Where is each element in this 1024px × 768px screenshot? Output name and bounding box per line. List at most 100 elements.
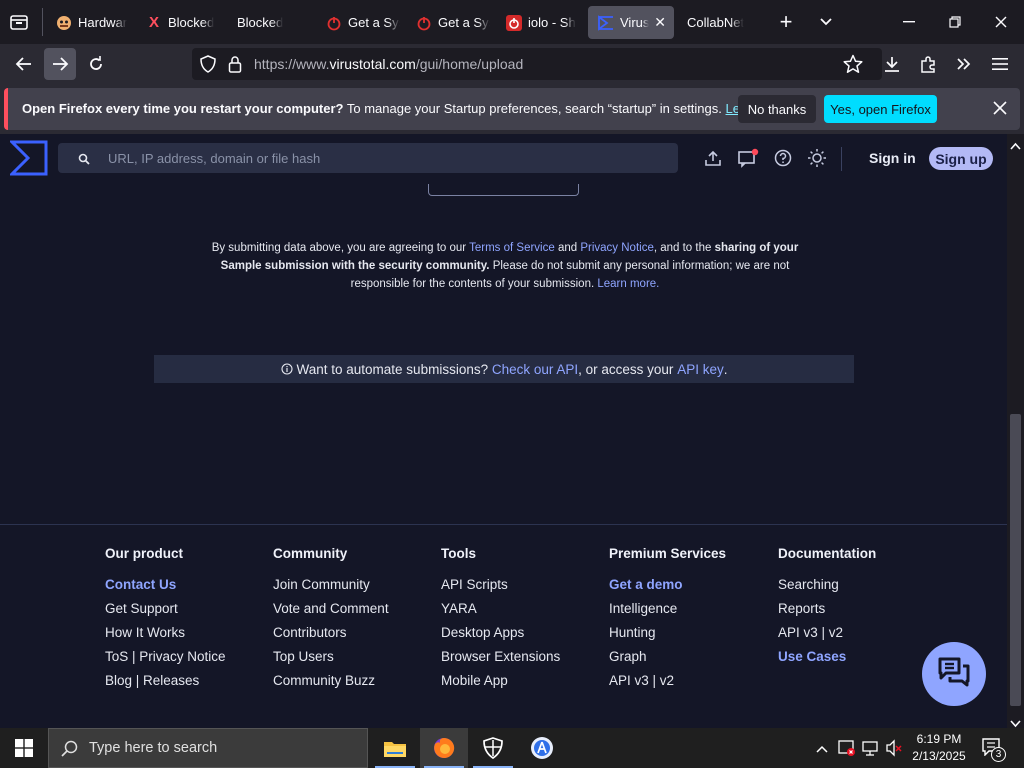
vote-and-comment-link[interactable]: Vote and Comment bbox=[273, 601, 389, 625]
reload-icon[interactable] bbox=[80, 48, 112, 80]
firefox-taskbar-icon[interactable] bbox=[420, 728, 468, 768]
security-shield-taskbar-icon[interactable] bbox=[469, 728, 517, 768]
tab-blocked-1[interactable]: X Blocked bbox=[136, 6, 220, 39]
page-scrollbar-thumb[interactable] bbox=[1010, 414, 1021, 706]
new-tab-plus-icon[interactable]: + bbox=[771, 8, 801, 36]
searching-link[interactable]: Searching bbox=[778, 577, 876, 601]
theme-sun-icon[interactable] bbox=[806, 147, 828, 169]
scroll-up-arrow-icon[interactable] bbox=[1010, 137, 1021, 155]
tab-label: Get a Sys bbox=[438, 15, 490, 30]
browser-extensions-link[interactable]: Browser Extensions bbox=[441, 649, 560, 673]
hamburger-menu-icon[interactable] bbox=[984, 48, 1016, 80]
forward-arrow-icon[interactable] bbox=[44, 48, 76, 80]
virustotal-logo-icon[interactable] bbox=[8, 140, 48, 181]
sign-up-button[interactable]: Sign up bbox=[929, 147, 993, 170]
list-all-tabs-chevron-icon[interactable] bbox=[811, 8, 841, 36]
downloads-icon[interactable] bbox=[876, 48, 908, 80]
tab-separator bbox=[42, 8, 43, 36]
community-buzz-link[interactable]: Community Buzz bbox=[273, 673, 389, 697]
yara-link[interactable]: YARA bbox=[441, 601, 560, 625]
search-icon bbox=[78, 152, 90, 170]
terms-of-service-link[interactable]: Terms of Service bbox=[469, 242, 555, 254]
firefox-view-icon[interactable] bbox=[8, 11, 30, 33]
volume-muted-icon[interactable] bbox=[885, 739, 903, 762]
desktop-apps-link[interactable]: Desktop Apps bbox=[441, 625, 560, 649]
chat-bubbles-icon bbox=[937, 656, 971, 693]
tab-blocked-2[interactable]: Blocked bbox=[226, 6, 310, 39]
contributors-link[interactable]: Contributors bbox=[273, 625, 389, 649]
clock-time: 6:19 PM bbox=[916, 732, 962, 746]
tab-collabnet[interactable]: CollabNet bbox=[676, 6, 760, 39]
api-banner: Want to automate submissions? Check our … bbox=[154, 355, 854, 383]
footer-column-title: Our product bbox=[105, 546, 183, 561]
graph-link[interactable]: Graph bbox=[609, 649, 726, 673]
show-hidden-icons-chevron-icon[interactable] bbox=[815, 741, 829, 759]
footer-column-our-product: Our product Contact Us Get Support How I… bbox=[105, 546, 226, 697]
api-key-link[interactable]: API key bbox=[677, 362, 724, 377]
check-our-api-link[interactable]: Check our API bbox=[492, 362, 578, 377]
back-arrow-icon[interactable] bbox=[8, 48, 40, 80]
tab-virustotal[interactable]: Virus ✕ bbox=[588, 6, 674, 39]
taskbar-search-input[interactable]: Type here to search bbox=[48, 728, 368, 768]
tab-iolo[interactable]: iolo - Sh bbox=[496, 6, 580, 39]
footer-column-tools: Tools API Scripts YARA Desktop Apps Brow… bbox=[441, 546, 560, 697]
mobile-app-link[interactable]: Mobile App bbox=[441, 673, 560, 697]
api-banner-text: Want to automate submissions? bbox=[296, 361, 492, 377]
minimize-icon[interactable] bbox=[894, 8, 924, 36]
footer-column-premium-services: Premium Services Get a demo Intelligence… bbox=[609, 546, 726, 697]
tos-privacy-link[interactable]: ToS | Privacy Notice bbox=[105, 649, 226, 673]
search-input[interactable]: URL, IP address, domain or file hash bbox=[58, 143, 678, 173]
docs-api-link[interactable]: API v3 | v2 bbox=[778, 625, 876, 649]
tab-get-a-sys-2[interactable]: Get a Sys bbox=[406, 6, 490, 39]
blog-releases-link[interactable]: Blog | Releases bbox=[105, 673, 226, 697]
virustotal-favicon-icon bbox=[598, 14, 614, 31]
taskbar-search-placeholder: Type here to search bbox=[89, 740, 218, 756]
url-domain: virustotal.com bbox=[329, 56, 416, 72]
get-a-demo-link[interactable]: Get a demo bbox=[609, 577, 726, 601]
network-icon[interactable] bbox=[862, 739, 880, 762]
terms-text: By submitting data above, you are agreei… bbox=[211, 242, 470, 254]
lock-icon[interactable] bbox=[228, 55, 242, 78]
notifications-chat-icon[interactable] bbox=[737, 147, 759, 169]
top-users-link[interactable]: Top Users bbox=[273, 649, 389, 673]
upload-icon[interactable] bbox=[702, 147, 724, 169]
sign-in-link[interactable]: Sign in bbox=[869, 150, 916, 166]
shield-icon[interactable] bbox=[200, 55, 216, 78]
join-community-link[interactable]: Join Community bbox=[273, 577, 389, 601]
windows-start-icon[interactable] bbox=[0, 728, 48, 768]
tab-get-a-sys-1[interactable]: Get a Sys bbox=[316, 6, 400, 39]
action-center-icon[interactable]: 3 bbox=[982, 738, 1008, 762]
api-banner-text: , or access your bbox=[578, 361, 678, 377]
extensions-puzzle-icon[interactable] bbox=[912, 48, 944, 80]
chat-support-button[interactable] bbox=[922, 642, 986, 706]
close-notification-icon[interactable] bbox=[993, 101, 1007, 120]
close-window-icon[interactable] bbox=[986, 8, 1016, 36]
how-it-works-link[interactable]: How It Works bbox=[105, 625, 226, 649]
security-status-icon[interactable] bbox=[838, 739, 856, 762]
tab-hardware[interactable]: Hardwar bbox=[46, 6, 130, 39]
premium-api-link[interactable]: API v3 | v2 bbox=[609, 673, 726, 697]
hunting-link[interactable]: Hunting bbox=[609, 625, 726, 649]
footer-column-title: Community bbox=[273, 546, 348, 561]
privacy-notice-link[interactable]: Privacy Notice bbox=[580, 242, 654, 254]
file-explorer-icon[interactable] bbox=[371, 728, 419, 768]
terms-learn-more-link[interactable]: Learn more. bbox=[597, 278, 659, 290]
help-question-icon[interactable] bbox=[772, 147, 794, 169]
restore-icon[interactable] bbox=[940, 8, 970, 36]
url-bar[interactable]: https://www.virustotal.com/gui/home/uplo… bbox=[192, 48, 882, 80]
more-tools-chevrons-icon[interactable] bbox=[948, 48, 980, 80]
yes-open-firefox-button[interactable]: Yes, open Firefox bbox=[824, 95, 937, 123]
url-text[interactable]: https://www.virustotal.com/gui/home/uplo… bbox=[254, 56, 523, 72]
reports-link[interactable]: Reports bbox=[778, 601, 876, 625]
footer-column-title: Tools bbox=[441, 546, 476, 561]
use-cases-link[interactable]: Use Cases bbox=[778, 649, 876, 673]
tab-close-icon[interactable]: ✕ bbox=[654, 14, 666, 31]
intelligence-link[interactable]: Intelligence bbox=[609, 601, 726, 625]
taskbar-clock[interactable]: 6:19 PM 2/13/2025 bbox=[906, 731, 972, 765]
app-store-taskbar-icon[interactable] bbox=[518, 728, 566, 768]
bookmark-star-icon[interactable] bbox=[843, 54, 863, 79]
contact-us-link[interactable]: Contact Us bbox=[105, 577, 226, 601]
get-support-link[interactable]: Get Support bbox=[105, 601, 226, 625]
api-scripts-link[interactable]: API Scripts bbox=[441, 577, 560, 601]
no-thanks-button[interactable]: No thanks bbox=[738, 95, 816, 123]
